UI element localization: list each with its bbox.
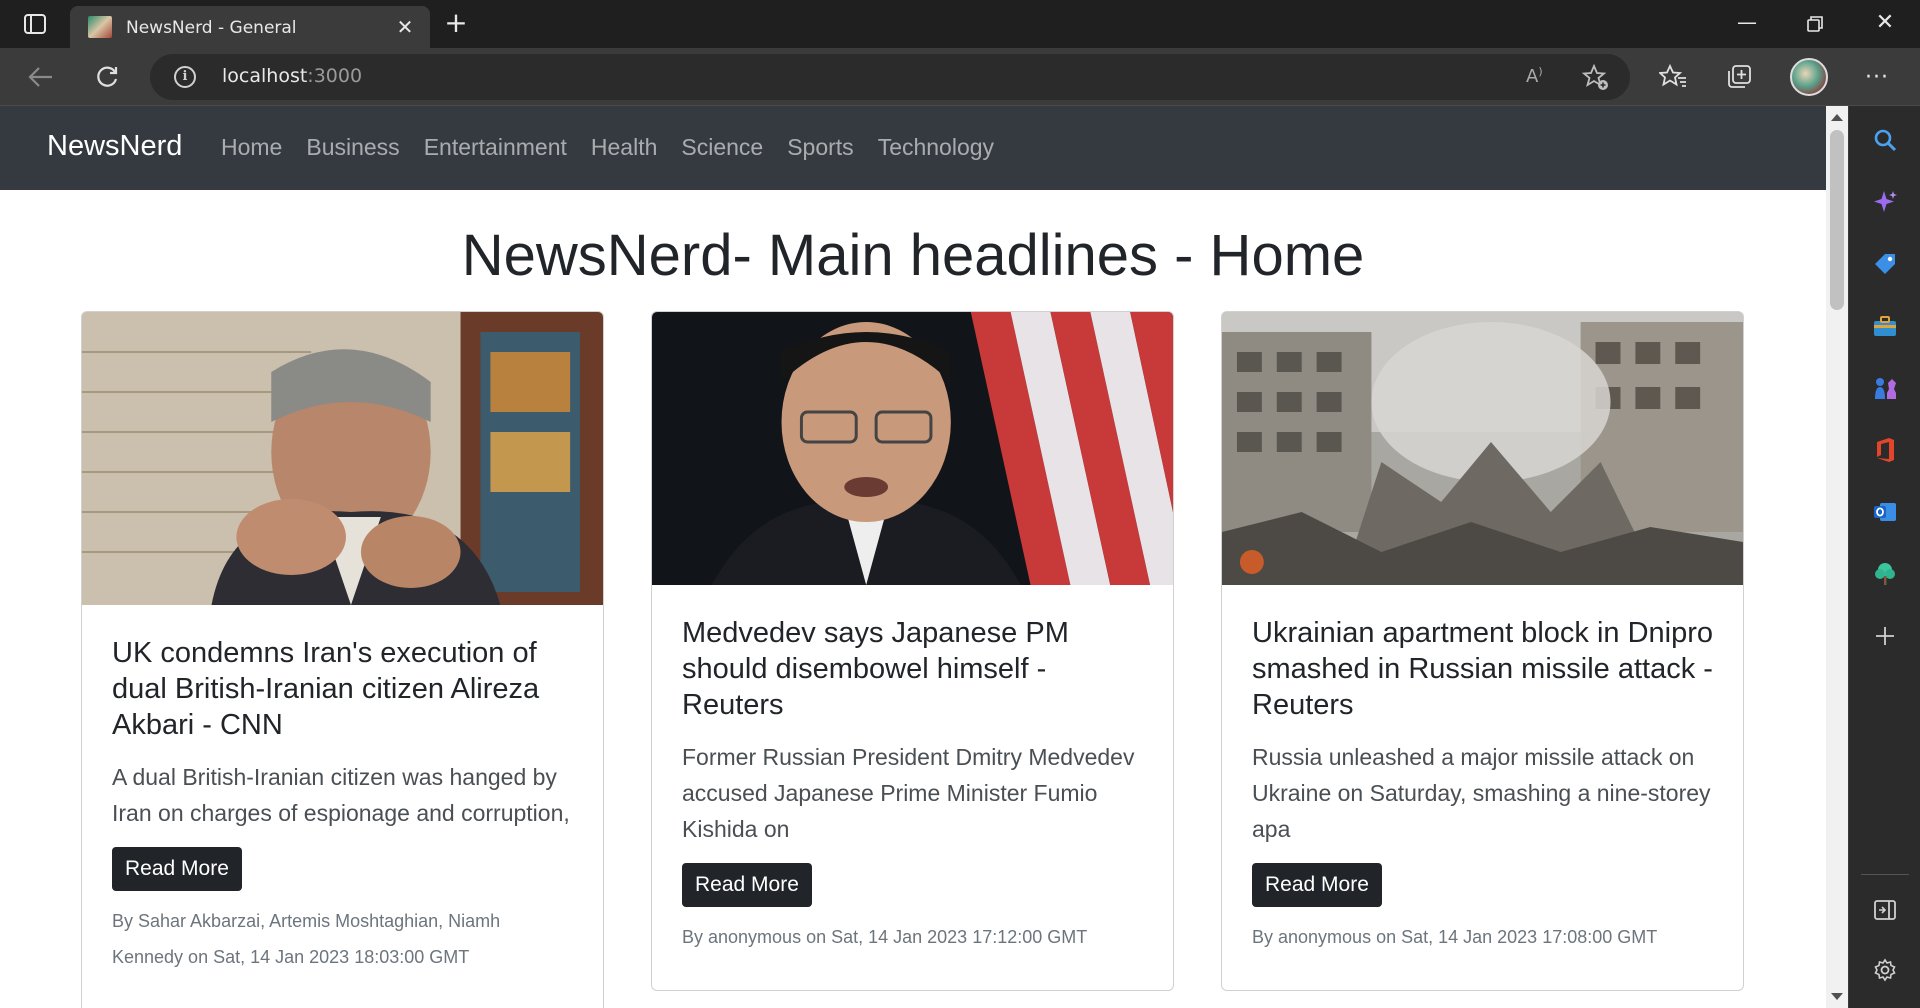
games-chess-icon[interactable] xyxy=(1871,374,1899,402)
add-sidebar-app-icon[interactable] xyxy=(1871,622,1899,650)
shopping-tag-icon[interactable] xyxy=(1871,250,1899,278)
browser-tab-active[interactable]: NewsNerd - General ✕ xyxy=(70,6,430,48)
more-options-icon[interactable]: ··· xyxy=(1860,60,1894,94)
article-title: Ukrainian apartment block in Dnipro smas… xyxy=(1252,617,1713,721)
hide-sidebar-icon[interactable] xyxy=(1871,896,1899,924)
read-aloud-icon[interactable]: A) xyxy=(1526,65,1554,89)
nav-link-health[interactable]: Health xyxy=(591,134,657,161)
page-viewport: NewsNerd Home Business Entertainment Hea… xyxy=(0,106,1826,1008)
profile-avatar[interactable] xyxy=(1790,58,1828,96)
site-favicon-icon xyxy=(88,16,112,38)
article-meta: By anonymous on Sat, 14 Jan 2023 17:12:0… xyxy=(682,927,1088,947)
nav-link-science[interactable]: Science xyxy=(681,134,763,161)
article-meta: By Sahar Akbarzai, Artemis Moshtaghian, … xyxy=(112,911,501,967)
scroll-up-arrow-icon[interactable] xyxy=(1831,114,1843,121)
browser-sidebar xyxy=(1848,106,1920,1008)
site-info-icon[interactable]: i xyxy=(174,66,196,88)
add-favorite-icon[interactable] xyxy=(1581,63,1610,92)
copilot-sparkle-icon[interactable] xyxy=(1871,188,1899,216)
news-card: Medvedev says Japanese PM should disembo… xyxy=(651,311,1174,991)
read-more-button[interactable]: Read More xyxy=(1252,863,1382,907)
card-body: Medvedev says Japanese PM should disembo… xyxy=(652,585,1173,955)
article-image xyxy=(652,312,1173,585)
drop-tree-icon[interactable] xyxy=(1871,560,1899,588)
article-description: Former Russian President Dmitry Medvedev… xyxy=(682,744,1135,842)
site-brand[interactable]: NewsNerd xyxy=(47,130,182,163)
nav-link-technology[interactable]: Technology xyxy=(878,134,994,161)
collections-icon[interactable] xyxy=(1722,60,1756,94)
article-title: Medvedev says Japanese PM should disembo… xyxy=(682,617,1069,721)
nav-links: Home Business Entertainment Health Scien… xyxy=(221,134,1018,161)
nav-link-sports[interactable]: Sports xyxy=(787,134,853,161)
sidebar-settings-gear-icon[interactable] xyxy=(1871,956,1899,984)
tab-title: NewsNerd - General xyxy=(126,18,297,38)
outlook-icon[interactable] xyxy=(1871,498,1899,526)
tools-briefcase-icon[interactable] xyxy=(1871,312,1899,340)
article-title: UK condemns Iran's execution of dual Bri… xyxy=(112,637,540,741)
card-body: UK condemns Iran's execution of dual Bri… xyxy=(82,605,603,975)
news-card: Ukrainian apartment block in Dnipro smas… xyxy=(1221,311,1744,991)
browser-titlebar: NewsNerd - General ✕ + — ✕ xyxy=(0,0,1920,48)
office-icon[interactable] xyxy=(1871,436,1899,464)
card-body: Ukrainian apartment block in Dnipro smas… xyxy=(1222,585,1743,955)
article-meta: By anonymous on Sat, 14 Jan 2023 17:08:0… xyxy=(1252,927,1658,947)
tab-actions-icon[interactable] xyxy=(22,12,48,36)
restore-icon[interactable] xyxy=(1800,10,1830,38)
nav-link-entertainment[interactable]: Entertainment xyxy=(424,134,567,161)
url-text[interactable]: localhost:3000 xyxy=(222,65,362,87)
read-more-button[interactable]: Read More xyxy=(112,847,242,891)
article-image xyxy=(82,312,603,605)
back-arrow-icon[interactable] xyxy=(24,60,58,94)
page-heading: NewsNerd- Main headlines - Home xyxy=(461,223,1365,288)
close-window-icon[interactable]: ✕ xyxy=(1870,10,1900,38)
site-navbar: NewsNerd Home Business Entertainment Hea… xyxy=(0,106,1826,190)
search-icon[interactable] xyxy=(1871,126,1899,154)
article-description: A dual British-Iranian citizen was hange… xyxy=(112,764,570,826)
close-tab-icon[interactable]: ✕ xyxy=(394,16,416,38)
favorites-icon[interactable] xyxy=(1656,60,1690,94)
nav-link-home[interactable]: Home xyxy=(221,134,282,161)
sidebar-divider xyxy=(1861,874,1909,875)
news-card: UK condemns Iran's execution of dual Bri… xyxy=(81,311,604,1008)
minimize-icon[interactable]: — xyxy=(1732,10,1762,38)
scroll-down-arrow-icon[interactable] xyxy=(1831,993,1843,1000)
read-more-button[interactable]: Read More xyxy=(682,863,812,907)
article-image xyxy=(1222,312,1743,585)
nav-link-business[interactable]: Business xyxy=(306,134,399,161)
page-scrollbar[interactable] xyxy=(1826,106,1848,1008)
refresh-icon[interactable] xyxy=(90,60,124,94)
scroll-thumb[interactable] xyxy=(1830,130,1844,310)
article-description: Russia unleashed a major missile attack … xyxy=(1252,744,1711,842)
new-tab-icon[interactable]: + xyxy=(442,9,470,38)
address-bar[interactable]: i localhost:3000 A) xyxy=(150,54,1630,100)
browser-toolbar: i localhost:3000 A) ··· xyxy=(0,48,1920,106)
